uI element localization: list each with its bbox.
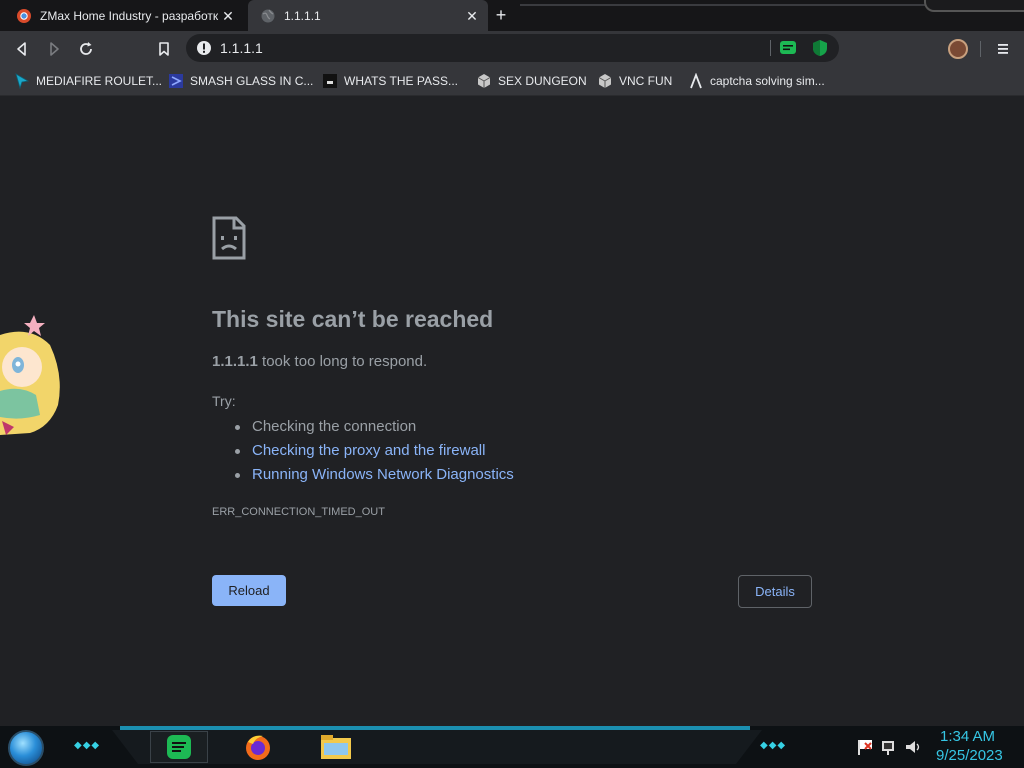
url-text[interactable]: 1.1.1.1 [220,40,263,56]
toolbar-separator [980,41,981,57]
error-summary: 1.1.1.1 took too long to respond. [212,353,427,370]
bookmark-label: SMASH GLASS IN C... [190,74,314,88]
cube-icon [477,74,491,88]
try-label: Try: [212,393,236,409]
bookmark-label: WHATS THE PASS... [344,74,459,88]
bookmark-label: MEDIAFIRE ROULET... [36,74,163,88]
browser-menu-button[interactable] [990,36,1016,62]
address-bar[interactable]: 1.1.1.1 [186,34,839,62]
reload-icon [80,42,92,55]
error-host: 1.1.1.1 [212,353,258,370]
bookmark-icon [159,42,169,56]
bookmark-whats-the-pass[interactable]: WHATS THE PASS... [322,72,458,90]
mask-icon [323,74,337,88]
firefox-icon [246,735,270,760]
cartoon-character-image [0,315,60,435]
tab-title: ZMax Home Industry - разработк [40,8,219,23]
taskbar-plate [112,730,762,764]
start-button[interactable] [8,730,44,766]
flag-icon [858,740,872,755]
back-arrow-icon [17,42,26,56]
tab-1111[interactable]: 1.1.1.1 ✕ [248,0,488,31]
reload-toolbar-button[interactable] [73,36,99,62]
chromium-icon [17,8,31,23]
bookmark-button[interactable] [151,36,177,62]
bookmarks-bar: MEDIAFIRE ROULET... SMASH GLASS IN C... … [0,66,1024,96]
bookmark-label: SEX DUNGEON [498,74,587,88]
close-icon[interactable]: ✕ [464,8,480,24]
suggestions-list: Checking the connection Checking the pro… [232,415,514,487]
reload-button[interactable]: Reload [212,575,286,606]
bookmark-label: VNC FUN [619,74,673,88]
details-button[interactable]: Details [738,575,812,608]
bookmark-smash-glass[interactable]: SMASH GLASS IN C... [168,72,313,90]
suggestion-check-proxy-firewall-link[interactable]: Checking the proxy and the firewall [232,439,514,463]
globe-icon [261,9,275,22]
chevron-deco-icon: ◆◆◆ [74,740,101,751]
suggestion-check-connection: Checking the connection [232,415,514,439]
bookmark-mediafire[interactable]: MEDIAFIRE ROULET... [14,72,162,90]
tab-title: 1.1.1.1 [284,8,321,23]
taskbar-glow [120,726,750,730]
tab-zmax[interactable]: ZMax Home Industry - разработк ✕ [4,0,244,31]
error-summary-text: took too long to respond. [257,353,428,370]
error-code: ERR_CONNECTION_TIMED_OUT [212,506,385,518]
bookmark-captcha-solving[interactable]: captcha solving sim... [688,72,825,90]
new-tab-button[interactable]: + [491,6,511,26]
forward-button[interactable] [41,36,67,62]
suggestion-network-diagnostics-link[interactable]: Running Windows Network Diagnostics [232,463,514,487]
window-frame-decoration [924,0,1024,12]
hamburger-menu-icon [998,44,1008,54]
cube-icon [598,74,612,88]
tab-strip: ZMax Home Industry - разработк ✕ 1.1.1.1… [0,0,1024,31]
taskbar: ◆◆◆ ◆◆◆ 1:34 AM 9/25/2023 [0,726,1024,768]
bookmark-vnc-fun[interactable]: VNC FUN [597,72,672,90]
taskbar-firefox[interactable] [242,731,274,763]
error-title: This site can’t be reached [212,306,494,332]
file-explorer-icon [321,735,351,759]
system-tray[interactable] [858,738,926,756]
sad-page-icon [212,216,246,260]
forward-arrow-icon [50,42,59,56]
profile-avatar[interactable] [948,39,968,59]
lambda-icon [690,73,702,89]
taskbar-spotify[interactable] [163,731,195,763]
clock-time[interactable]: 1:34 AM [940,728,995,745]
shield-extension-icon[interactable] [810,38,830,58]
info-icon[interactable] [196,40,212,56]
back-button[interactable] [9,36,35,62]
volume-icon [906,741,920,753]
tab-strip-decoration [520,4,940,6]
spotify-icon [167,735,191,759]
clock-date[interactable]: 9/25/2023 [936,747,1003,764]
taskbar-file-explorer[interactable] [320,731,352,763]
cursor-icon [15,73,30,89]
omnibox-separator [770,40,771,56]
bookmark-label: captcha solving sim... [710,74,825,88]
error-page: This site can’t be reached 1.1.1.1 took … [0,97,1024,726]
bookmark-sex-dungeon[interactable]: SEX DUNGEON [476,72,587,90]
message-extension-icon[interactable] [778,38,798,58]
toolbar: 1.1.1.1 [0,31,1024,66]
network-icon [882,741,894,755]
close-icon[interactable]: ✕ [220,8,236,24]
vs-icon [169,74,183,88]
chevron-deco-icon: ◆◆◆ [760,740,787,751]
